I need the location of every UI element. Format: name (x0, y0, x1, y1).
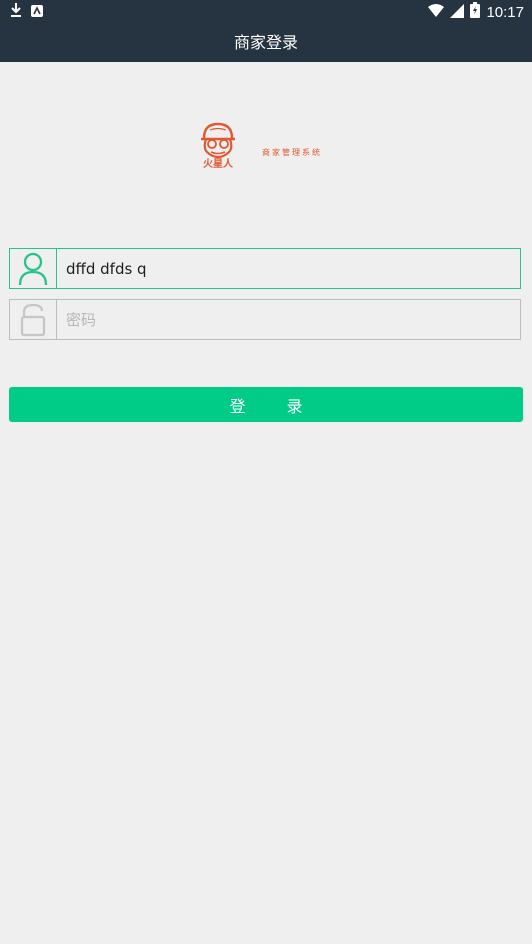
mars-man-logo-icon (201, 122, 235, 159)
status-bar-left (10, 3, 44, 21)
password-input[interactable] (66, 300, 506, 339)
username-field[interactable] (9, 248, 521, 289)
page-title: 商家登录 (233, 33, 298, 52)
wifi-icon (428, 3, 445, 22)
login-button[interactable]: 登 录 (9, 387, 523, 422)
android-notification-icon (30, 3, 44, 22)
logo-mark-text: 火星人 (203, 159, 233, 170)
lock-icon (10, 300, 57, 339)
battery-icon (470, 2, 481, 22)
user-icon (10, 249, 57, 288)
username-input[interactable] (66, 249, 506, 288)
brand-logo: 火星人 商家管理系统 (196, 122, 336, 178)
app-bar: 商家登录 (0, 24, 532, 62)
logo-subtitle: 商家管理系统 (262, 148, 322, 157)
status-time: 10:17 (486, 3, 524, 21)
download-icon (10, 2, 22, 22)
signal-icon (450, 3, 465, 22)
password-field[interactable] (9, 299, 521, 340)
status-bar-right: 10:17 (428, 2, 524, 22)
status-bar: 10:17 (0, 0, 532, 24)
